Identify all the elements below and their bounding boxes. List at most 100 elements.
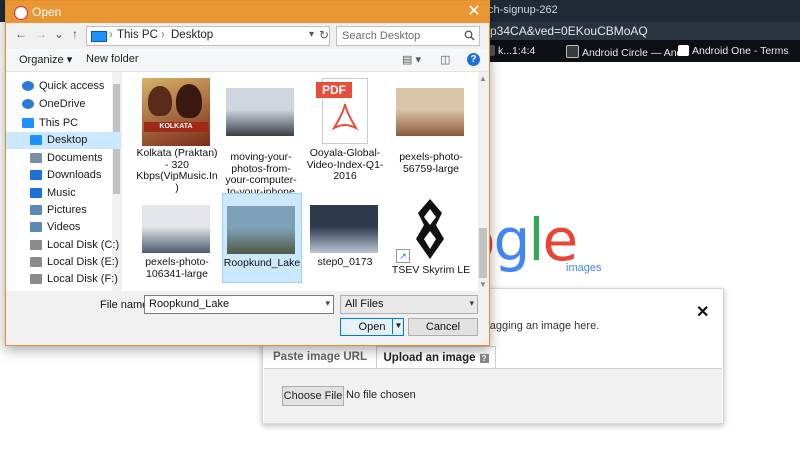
back-icon[interactable]: ← (14, 27, 28, 41)
file-name-input[interactable]: Roopkund_Lake ▾ (144, 295, 334, 314)
android-one-icon (678, 45, 689, 56)
dialog-titlebar[interactable]: Open ✕ (6, 1, 489, 23)
skyrim-shortcut-icon: ↗ (396, 195, 464, 263)
bookmark-label: Android Circle — And (582, 47, 683, 59)
search-desktop-input[interactable]: Search Desktop (336, 26, 480, 46)
photo-thumbnail (226, 88, 294, 136)
open-button-label: Open (358, 321, 386, 333)
file-name: Ooyala-Global-Video-Index-Q1-2016 (306, 147, 384, 182)
sidebar-item-onedrive[interactable]: OneDrive (6, 96, 121, 113)
file-item[interactable]: KOLKATA Kolkata (Praktan) - 320 Kbps(VipM… (136, 76, 218, 193)
file-list: KOLKATA Kolkata (Praktan) - 320 Kbps(VipM… (122, 72, 482, 291)
open-options-dropdown[interactable]: ▼ (392, 318, 404, 334)
tab-upload-image[interactable]: Upload an image? (376, 346, 496, 369)
sidebar-item-label: Music (47, 187, 76, 199)
chevron-down-icon[interactable]: ▾ (469, 298, 474, 309)
google-images-label: images (566, 262, 602, 274)
bookmark-item[interactable]: k...1:4:4 (484, 45, 535, 57)
chevron-down-icon[interactable]: ▾ (309, 29, 314, 40)
scroll-up-icon[interactable]: ▲ (479, 74, 487, 83)
close-icon[interactable]: ✕ (696, 302, 709, 322)
pictures-icon (30, 205, 42, 215)
disk-icon (30, 257, 42, 267)
photo-thumbnail (142, 205, 210, 253)
up-icon[interactable]: ↑ (68, 27, 82, 41)
sidebar-item-pictures[interactable]: Pictures (6, 202, 121, 219)
sidebar-item-label: Downloads (47, 169, 102, 181)
cloud-icon (22, 99, 34, 109)
logo-letter: g (493, 206, 531, 274)
help-icon[interactable]: ? (479, 354, 489, 363)
recent-locations-icon[interactable]: ⌄ (52, 27, 66, 41)
computer-icon (22, 118, 34, 128)
sidebar-item-local-disk-f[interactable]: Local Disk (F:) (6, 271, 121, 288)
new-folder-button[interactable]: New folder (86, 53, 139, 65)
sidebar-item-label: Desktop (47, 134, 88, 146)
sidebar-item-label: OneDrive (39, 98, 86, 110)
sidebar-item-local-disk-c[interactable]: Local Disk (C:) (6, 237, 121, 254)
file-item[interactable]: step0_0173 (306, 193, 384, 281)
pdf-icon: PDF (310, 78, 378, 146)
file-item[interactable]: pexels-photo-56759-large (392, 76, 470, 191)
sidebar-item-music[interactable]: Music (6, 185, 121, 202)
sidebar-item-label: Pictures (47, 204, 87, 216)
disk-icon (30, 274, 42, 284)
file-item[interactable]: Roopkund_Lake (222, 193, 302, 283)
file-name: pexels-photo-106341-large (145, 256, 209, 280)
file-item[interactable]: PDF Ooyala-Global-Video-Index-Q1-2016 (306, 76, 384, 191)
download-icon (30, 170, 42, 180)
file-name: step0_0173 (317, 256, 373, 268)
sidebar-item-documents[interactable]: Documents (6, 150, 121, 167)
sidebar-item-desktop[interactable]: Desktop (6, 132, 121, 149)
file-list-scrollbar[interactable]: ▲ ▼ (478, 72, 488, 291)
breadcrumb-this-pc[interactable]: This PC (117, 29, 158, 41)
videos-icon (30, 222, 42, 232)
bookmark-label: Android One - Terms (692, 45, 789, 57)
path-separator: › (161, 29, 165, 41)
sidebar-item-quick-access[interactable]: Quick access (6, 78, 121, 95)
organize-button[interactable]: Organize ▾ (19, 53, 72, 66)
choose-file-button[interactable]: Choose File (282, 386, 344, 406)
file-item[interactable]: moving-your-photos-from-your-computer-to… (222, 76, 300, 197)
chevron-down-icon[interactable]: ▾ (325, 298, 330, 309)
search-placeholder: Search Desktop (342, 30, 421, 42)
tab-paste-image-url[interactable]: Paste image URL (264, 346, 376, 368)
forward-icon[interactable]: → (34, 27, 48, 41)
sidebar-item-label: Local Disk (F:) (47, 273, 118, 285)
sidebar-item-label: Videos (47, 221, 81, 233)
refresh-icon[interactable]: ↻ (319, 28, 329, 42)
dialog-toolbar: Organize ▾ New folder ▤ ▾ ◫ ? (6, 49, 489, 72)
scrollbar-thumb[interactable] (479, 228, 487, 278)
sidebar-item-local-disk-e[interactable]: Local Disk (E:) (6, 254, 121, 271)
sidebar-item-label: Documents (47, 152, 103, 164)
dialog-footer: File name: Roopkund_Lake ▾ All Files ▾ O… (6, 292, 489, 345)
file-name: pexels-photo-56759-large (399, 151, 463, 175)
bookmark-item[interactable]: Android Circle — And (566, 45, 682, 59)
sidebar-item-label: Quick access (39, 80, 105, 92)
sidebar-item-this-pc[interactable]: This PC (6, 115, 121, 132)
help-icon[interactable]: ? (467, 53, 480, 66)
navigation-row: ← → ⌄ ↑ › This PC › Desktop ▾ ↻ Search D… (6, 24, 489, 46)
file-item[interactable]: ↗ TSEV Skyrim LE (392, 193, 470, 281)
bookmark-item[interactable]: Android One - Terms (678, 45, 789, 57)
file-type-select[interactable]: All Files ▾ (340, 295, 478, 314)
sidebar-item-videos[interactable]: Videos (6, 219, 121, 236)
scroll-down-icon[interactable]: ▼ (479, 280, 487, 289)
computer-icon (91, 31, 107, 42)
sidebar-item-downloads[interactable]: Downloads (6, 167, 121, 184)
breadcrumb-desktop[interactable]: Desktop (171, 29, 213, 41)
address-bar-url[interactable]: p34CA&ved=0EKouCBMoAQ (490, 24, 648, 38)
view-options-icon[interactable]: ▤ ▾ (402, 53, 421, 66)
preview-pane-icon[interactable]: ◫ (440, 53, 450, 66)
dialog-title: Open (32, 5, 62, 19)
address-breadcrumb[interactable]: › This PC › Desktop ▾ ↻ (86, 26, 330, 46)
file-name: moving-your-photos-from-your-computer-to… (225, 151, 297, 198)
logo-letter: l (528, 206, 544, 274)
android-circle-icon (566, 45, 579, 58)
file-item[interactable]: pexels-photo-106341-large (138, 193, 216, 281)
close-button[interactable]: ✕ (462, 2, 486, 22)
browser-tab-title[interactable]: ch-signup-262 (488, 4, 558, 16)
cancel-button[interactable]: Cancel (408, 318, 478, 336)
file-name: Roopkund_Lake (223, 257, 301, 269)
disk-icon (30, 240, 42, 250)
